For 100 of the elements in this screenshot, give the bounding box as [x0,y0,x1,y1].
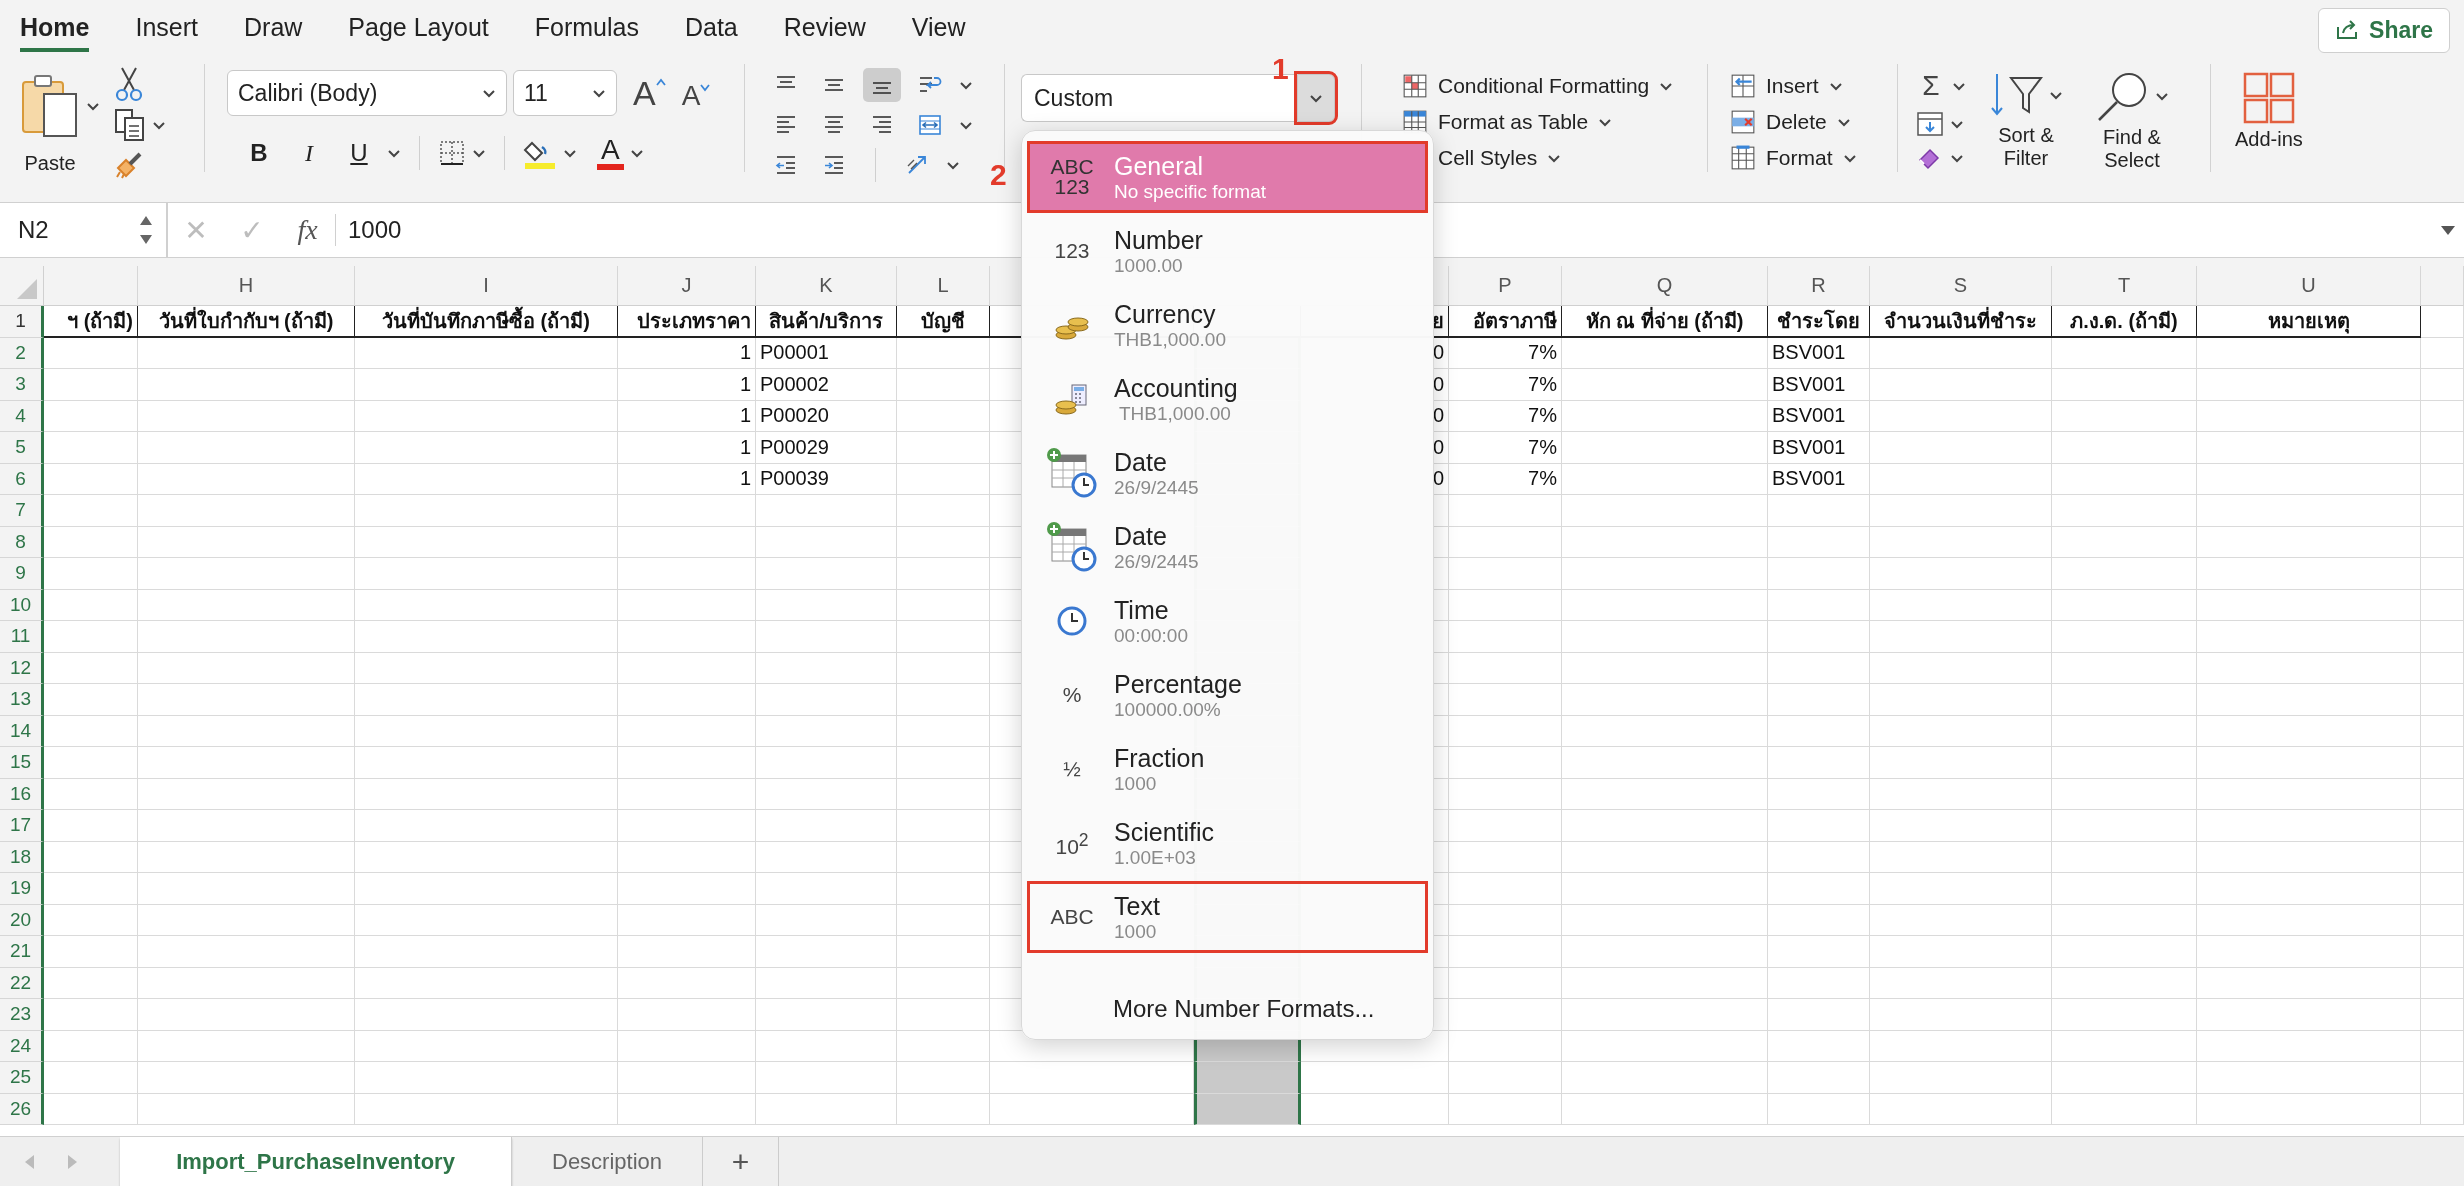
caret-icon[interactable] [1547,153,1562,163]
row-number[interactable]: 17 [0,810,44,842]
caret-icon[interactable] [959,120,973,130]
empty-cell[interactable] [2421,589,2464,621]
caret-icon[interactable] [1842,153,1857,163]
empty-cell[interactable] [756,873,897,905]
grow-font-button[interactable]: A [633,73,666,113]
empty-cell[interactable] [1449,715,1562,747]
empty-cell[interactable] [2421,463,2464,495]
empty-cell[interactable] [897,684,990,716]
empty-cell[interactable] [2052,526,2197,558]
empty-cell[interactable] [1870,621,2052,653]
scissors-icon[interactable] [114,66,144,102]
empty-cell[interactable] [355,526,618,558]
row-number[interactable]: 15 [0,747,44,779]
empty-cell[interactable] [2052,873,2197,905]
empty-cell[interactable] [1870,1062,2052,1094]
caret-icon[interactable] [387,148,401,158]
empty-cell[interactable] [1768,873,1870,905]
ribbon-tab[interactable]: Data [684,7,738,52]
empty-cell[interactable] [1870,904,2052,936]
empty-cell[interactable] [897,369,990,401]
empty-cell[interactable] [138,432,355,464]
empty-cell[interactable] [2421,495,2464,527]
empty-cell[interactable] [2052,684,2197,716]
empty-cell[interactable] [897,495,990,527]
ribbon-menu-button[interactable]: Delete [1730,108,1897,136]
empty-cell[interactable] [1870,432,2052,464]
empty-cell[interactable] [138,715,355,747]
empty-cell[interactable] [1562,841,1768,873]
empty-cell[interactable] [2197,1062,2421,1094]
empty-cell[interactable] [756,747,897,779]
empty-cell[interactable] [618,778,756,810]
font-field[interactable]: Calibri (Body) [227,70,507,116]
caret-icon[interactable] [563,148,577,158]
empty-cell[interactable] [756,495,897,527]
empty-cell[interactable] [1768,747,1870,779]
row-number[interactable]: 16 [0,778,44,810]
row-number[interactable]: 2 [0,337,44,369]
empty-cell[interactable] [618,558,756,590]
empty-cell[interactable] [138,747,355,779]
empty-cell[interactable] [2421,904,2464,936]
empty-cell[interactable] [2197,904,2421,936]
empty-cell[interactable] [355,400,618,432]
empty-cell[interactable] [2421,337,2464,369]
empty-cell[interactable] [1870,495,2052,527]
empty-cell[interactable] [2197,684,2421,716]
empty-cell[interactable] [2052,778,2197,810]
empty-cell[interactable] [1870,558,2052,590]
select-all-icon[interactable] [15,277,39,301]
empty-cell[interactable] [618,684,756,716]
menu-item[interactable]: Time 00:00:00 [1027,585,1428,657]
empty-cell[interactable] [138,1093,355,1125]
empty-cell[interactable] [2421,810,2464,842]
empty-cell[interactable] [2052,904,2197,936]
empty-cell[interactable] [897,337,990,369]
row-number[interactable]: 12 [0,652,44,684]
empty-cell[interactable] [355,589,618,621]
clipboard-icon[interactable] [20,72,80,138]
caret-icon[interactable] [959,80,973,90]
empty-cell[interactable] [355,1030,618,1062]
empty-cell[interactable] [2197,873,2421,905]
autosum-button[interactable]: Σ [1916,70,1946,102]
empty-cell[interactable] [2197,967,2421,999]
menu-item[interactable]: More Number Formats... [1027,987,1428,1031]
empty-cell[interactable] [1449,1062,1562,1094]
empty-cell[interactable] [1870,873,2052,905]
sheet-tab[interactable]: Description [512,1137,704,1186]
empty-cell[interactable] [1562,400,1768,432]
empty-cell[interactable] [138,621,355,653]
empty-cell[interactable] [2052,841,2197,873]
empty-cell[interactable] [1449,810,1562,842]
ribbon-tab[interactable]: Formulas [534,7,639,52]
column-header[interactable]: R [1768,266,1870,306]
empty-cell[interactable] [1449,652,1562,684]
empty-cell[interactable] [355,495,618,527]
empty-cell[interactable] [2197,621,2421,653]
empty-cell[interactable] [1562,1062,1768,1094]
menu-item[interactable]: Date 26/9/2445 [1027,511,1428,583]
empty-cell[interactable] [2052,463,2197,495]
empty-cell[interactable] [1768,526,1870,558]
empty-cell[interactable] [2197,841,2421,873]
empty-cell[interactable] [355,967,618,999]
empty-cell[interactable] [897,432,990,464]
column-header[interactable]: H [138,266,355,306]
empty-cell[interactable] [756,621,897,653]
empty-cell[interactable] [756,526,897,558]
row-number[interactable]: 8 [0,526,44,558]
empty-cell[interactable] [138,589,355,621]
delete-cells-icon[interactable] [1730,109,1756,135]
empty-cell[interactable] [1768,778,1870,810]
empty-cell[interactable] [897,841,990,873]
empty-cell[interactable] [897,652,990,684]
empty-cell[interactable] [2421,621,2464,653]
empty-cell[interactable] [1768,495,1870,527]
empty-cell[interactable] [1449,558,1562,590]
empty-cell[interactable] [897,1062,990,1094]
empty-cell[interactable] [2421,873,2464,905]
empty-cell[interactable] [2052,495,2197,527]
caret-icon[interactable] [1598,117,1613,127]
